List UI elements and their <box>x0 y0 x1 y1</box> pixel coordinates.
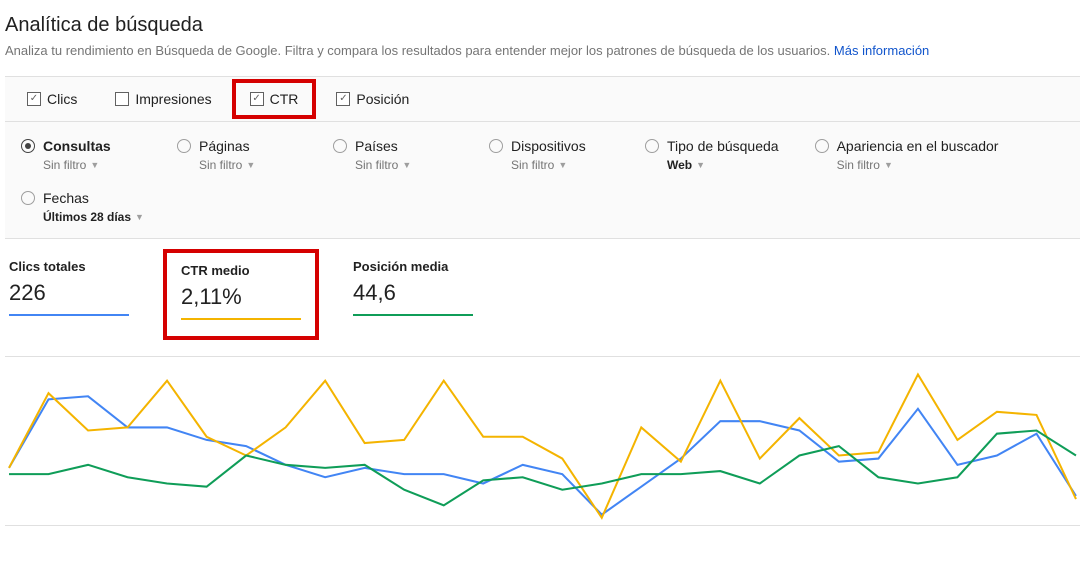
summary-stats: Clics totales 226 CTR medio 2,11% Posici… <box>5 239 1080 342</box>
filter-panel: Clics Impresiones CTR Posición Consultas <box>5 76 1080 239</box>
dimension-apariencia[interactable]: Apariencia en el buscador Sin filtro▼ <box>815 138 999 172</box>
dimension-paginas-filter[interactable]: Sin filtro▼ <box>199 158 297 172</box>
trend-chart <box>5 356 1080 526</box>
dimension-dispositivos-filter[interactable]: Sin filtro▼ <box>511 158 609 172</box>
series-clics <box>9 396 1076 514</box>
page-subtitle: Analiza tu rendimiento en Búsqueda de Go… <box>5 43 1080 58</box>
chevron-down-icon: ▼ <box>696 160 705 170</box>
dimension-dispositivos[interactable]: Dispositivos Sin filtro▼ <box>489 138 609 172</box>
radio-icon <box>489 139 503 153</box>
chevron-down-icon: ▼ <box>558 160 567 170</box>
chevron-down-icon: ▼ <box>135 212 144 222</box>
metric-posicion[interactable]: Posición <box>330 87 415 111</box>
checkbox-icon <box>250 92 264 106</box>
metric-clics[interactable]: Clics <box>21 87 83 111</box>
highlight-ctr-checkbox: CTR <box>232 79 317 119</box>
metric-impresiones[interactable]: Impresiones <box>109 87 217 111</box>
dimension-paises[interactable]: Países Sin filtro▼ <box>333 138 453 172</box>
stat-clics: Clics totales 226 <box>9 259 129 330</box>
more-info-link[interactable]: Más información <box>834 43 929 58</box>
chevron-down-icon: ▼ <box>402 160 411 170</box>
dimension-tipo-filter[interactable]: Web▼ <box>667 158 779 172</box>
radio-icon <box>21 139 35 153</box>
page-title: Analítica de búsqueda <box>5 14 1080 37</box>
chevron-down-icon: ▼ <box>246 160 255 170</box>
radio-icon <box>333 139 347 153</box>
radio-icon <box>21 191 35 205</box>
dimension-paginas[interactable]: Páginas Sin filtro▼ <box>177 138 297 172</box>
chevron-down-icon: ▼ <box>90 160 99 170</box>
series-ctr <box>9 374 1076 517</box>
metric-row: Clics Impresiones CTR Posición <box>5 77 1080 122</box>
radio-icon <box>815 139 829 153</box>
highlight-ctr-stat: CTR medio 2,11% <box>163 249 319 340</box>
dimension-tipo[interactable]: Tipo de búsqueda Web▼ <box>645 138 779 172</box>
radio-icon <box>645 139 659 153</box>
stat-ctr: CTR medio 2,11% <box>181 263 301 326</box>
chevron-down-icon: ▼ <box>884 160 893 170</box>
checkbox-icon <box>336 92 350 106</box>
dimension-fechas[interactable]: Fechas Últimos 28 días▼ <box>21 190 144 224</box>
dimension-paises-filter[interactable]: Sin filtro▼ <box>355 158 453 172</box>
stat-posicion: Posición media 44,6 <box>353 259 473 330</box>
dimension-apariencia-filter[interactable]: Sin filtro▼ <box>837 158 999 172</box>
dimension-fechas-filter[interactable]: Últimos 28 días▼ <box>43 210 144 224</box>
dimension-consultas-filter[interactable]: Sin filtro▼ <box>43 158 141 172</box>
radio-icon <box>177 139 191 153</box>
metric-ctr[interactable]: CTR <box>244 87 305 111</box>
checkbox-icon <box>27 92 41 106</box>
dimension-rows: Consultas Sin filtro▼ Páginas Sin filtro… <box>5 122 1080 238</box>
dimension-consultas[interactable]: Consultas Sin filtro▼ <box>21 138 141 172</box>
checkbox-icon <box>115 92 129 106</box>
series-posición <box>9 430 1076 505</box>
